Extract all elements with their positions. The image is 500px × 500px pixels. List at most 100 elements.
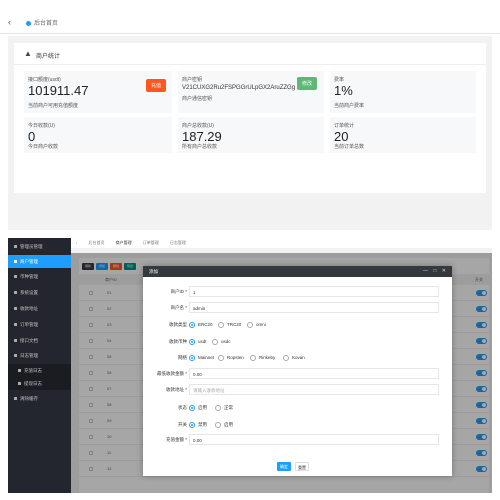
window-controls-icon[interactable]: — □ ✕ bbox=[423, 266, 448, 277]
field-label: 最低收款金额 * bbox=[156, 371, 187, 376]
content-background-lower bbox=[8, 204, 492, 230]
radio-label: TRC20 bbox=[227, 322, 242, 327]
stats-card: ▲ 商户统计 接口额度(usdt) 101911.47 当前商户可用充值额度 充… bbox=[14, 43, 486, 193]
tile-sub: 商户通信密钥 bbox=[182, 96, 213, 102]
sidebar-item-cache[interactable]: 清除缓存 bbox=[8, 392, 71, 405]
sidebar-item-api[interactable]: 接口文档 bbox=[8, 334, 71, 347]
tile-sub: 当前商户费率 bbox=[334, 103, 365, 109]
stat-tile-total: 商户总收款(U) 187.29 所有商户总收款 bbox=[178, 117, 324, 153]
crumb-home[interactable]: 后台首页 bbox=[88, 240, 104, 245]
radio-switch-disable[interactable]: 禁用 bbox=[189, 421, 207, 428]
radio-status-normal[interactable]: 正常 bbox=[215, 404, 233, 411]
address-input[interactable]: 请输入收款地址 bbox=[189, 384, 439, 395]
form-row-merchant-name: 商户名 * admin bbox=[143, 302, 452, 313]
radio-switch-enable[interactable]: 启用 bbox=[215, 421, 233, 428]
edit-button[interactable]: 修改 bbox=[297, 77, 318, 90]
radio-label: usdc bbox=[221, 339, 231, 344]
crumb-back-icon[interactable]: ‹ bbox=[76, 240, 77, 245]
menu-icon bbox=[14, 397, 17, 401]
radio-unchecked-icon bbox=[212, 338, 218, 345]
radio-checked-icon bbox=[189, 354, 195, 361]
sidebar-item-label: 管理员管理 bbox=[20, 244, 43, 249]
radio-checked-icon bbox=[189, 421, 195, 428]
form-row-network: 网络 Mainnet Ropsten Rinkeby Kovan bbox=[143, 352, 452, 363]
radio-label: 启用 bbox=[224, 422, 233, 427]
field-label: 收款地址 * bbox=[165, 387, 187, 392]
radio-label: 正常 bbox=[224, 405, 233, 410]
field-label-text: 商户ID bbox=[170, 289, 184, 294]
amount-input[interactable]: 0.00 bbox=[189, 434, 439, 445]
tile-sub: 当前订单总数 bbox=[334, 144, 365, 150]
tab-bar: ‹ 后台首页 bbox=[0, 14, 500, 34]
merchant-id-input[interactable]: 1 bbox=[189, 286, 439, 297]
radio-rinkeby[interactable]: Rinkeby bbox=[250, 354, 275, 361]
sidebar-item-settings[interactable]: 系统设置 bbox=[8, 286, 71, 299]
radio-omni[interactable]: omni bbox=[247, 321, 266, 328]
recharge-button[interactable]: 充值 bbox=[146, 79, 167, 92]
sidebar-item-coin[interactable]: 币种管理 bbox=[8, 270, 71, 283]
sidebar-item-label: 提现日志 bbox=[24, 381, 42, 386]
radio-checked-icon bbox=[189, 321, 195, 328]
sidebar-item-withdraw-log[interactable]: 提现日志 bbox=[8, 377, 71, 390]
radio-label: Kovan bbox=[292, 355, 305, 360]
tile-value: 1% bbox=[334, 83, 353, 98]
sidebar-item-admin[interactable]: 管理员管理 bbox=[8, 240, 71, 253]
crumb-orders[interactable]: 订单管理 bbox=[143, 240, 159, 245]
menu-icon bbox=[14, 260, 17, 264]
add-merchant-modal: 添加 — □ ✕ 商户ID * 1 商户名 * admin 收款类型 ERC20… bbox=[143, 266, 452, 476]
back-arrow-icon[interactable]: ‹ bbox=[8, 17, 11, 27]
menu-icon bbox=[14, 354, 17, 358]
tab-home[interactable]: 后台首页 bbox=[26, 18, 58, 27]
stat-tile-secret: 商户密钥 V21CUXG2Ru2FSPGGrULpGX2AruZZGg 商户通信… bbox=[178, 71, 324, 113]
radio-erc20[interactable]: ERC20 bbox=[189, 321, 213, 328]
field-label: 状态 bbox=[178, 405, 187, 410]
sidebar-item-label: 日志管理 bbox=[20, 353, 38, 358]
radio-status-enable[interactable]: 启用 bbox=[189, 404, 207, 411]
sidebar-item-address[interactable]: 收款地址 bbox=[8, 302, 71, 315]
radio-trc20[interactable]: TRC20 bbox=[218, 321, 241, 328]
reset-button[interactable]: 重置 bbox=[295, 462, 309, 471]
warning-icon: ▲ bbox=[24, 49, 32, 58]
radio-mainnet[interactable]: Mainnet bbox=[189, 354, 214, 361]
sidebar-item-orders[interactable]: 订单管理 bbox=[8, 318, 71, 331]
confirm-button[interactable]: 确定 bbox=[277, 462, 291, 471]
crumb-merchant[interactable]: 商户管理 bbox=[116, 240, 132, 245]
form-row-min-amount: 最低收款金额 * 0.00 bbox=[143, 368, 452, 379]
merchant-name-input[interactable]: admin bbox=[189, 302, 439, 313]
radio-unchecked-icon bbox=[218, 354, 224, 361]
field-label: 商户名 * bbox=[170, 305, 187, 310]
sidebar-item-label: 系统设置 bbox=[20, 290, 38, 295]
menu-icon bbox=[14, 323, 17, 327]
radio-checked-icon bbox=[189, 404, 195, 411]
radio-kovan[interactable]: Kovan bbox=[283, 354, 305, 361]
dashboard-panel: ‹ 后台首页 ▲ 商户统计 接口额度(usdt) 101911.47 当前商户可… bbox=[0, 0, 500, 230]
radio-unchecked-icon bbox=[215, 421, 221, 428]
form-row-amount: 充值金额 * 0.00 bbox=[143, 434, 452, 445]
tile-value: 0 bbox=[28, 129, 36, 144]
radio-ropsten[interactable]: Ropsten bbox=[218, 354, 244, 361]
radio-label: ERC20 bbox=[198, 322, 213, 327]
tile-sub: 今日商户收款 bbox=[28, 144, 59, 150]
sidebar-item-logs[interactable]: 日志管理 bbox=[8, 349, 71, 362]
radio-unchecked-icon bbox=[247, 321, 253, 328]
tile-value: 20 bbox=[334, 129, 349, 144]
radio-unchecked-icon bbox=[283, 354, 289, 361]
form-row-currency: 收款币种 usdt usdc bbox=[143, 336, 452, 347]
crumb-logs[interactable]: 日志管理 bbox=[170, 240, 186, 245]
sidebar-item-label: 收款地址 bbox=[20, 306, 38, 311]
menu-icon bbox=[14, 339, 17, 343]
field-label-text: 充值金额 bbox=[165, 437, 184, 442]
sidebar-item-recharge-log[interactable]: 充值日志 bbox=[8, 364, 71, 377]
stats-title: 商户统计 bbox=[36, 54, 61, 60]
sidebar-item-label: 币种管理 bbox=[20, 274, 38, 279]
modal-title: 添加 bbox=[149, 269, 158, 274]
sidebar-item-label: 订单管理 bbox=[20, 322, 38, 327]
radio-usdc[interactable]: usdc bbox=[212, 338, 231, 345]
form-row-status: 状态 启用 正常 bbox=[143, 402, 452, 413]
field-label: 收款币种 bbox=[169, 339, 187, 344]
min-amount-input[interactable]: 0.00 bbox=[189, 368, 439, 379]
sidebar-item-merchant[interactable]: 商户管理 bbox=[8, 255, 71, 268]
menu-icon bbox=[18, 382, 21, 386]
tile-label: 接口额度(usdt) bbox=[28, 77, 61, 83]
radio-usdt[interactable]: usdt bbox=[189, 338, 207, 345]
